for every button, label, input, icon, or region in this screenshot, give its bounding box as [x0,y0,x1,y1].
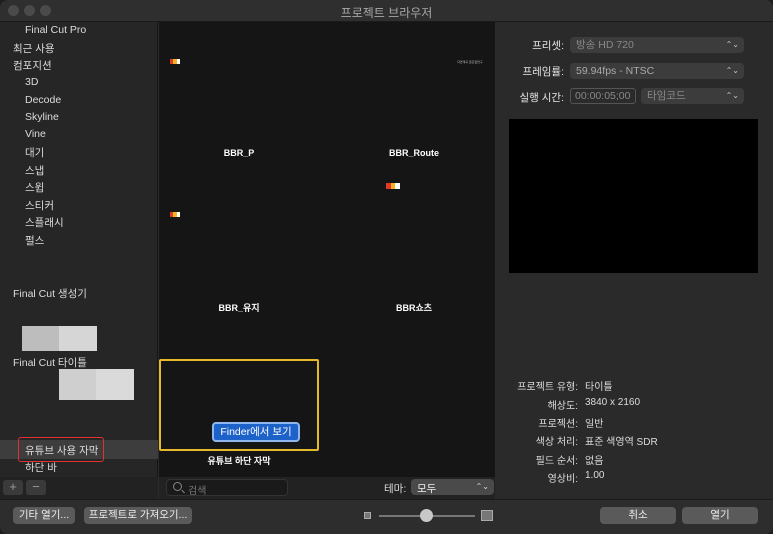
template-tile-bbr-route[interactable]: BBR_Route [389,148,439,158]
theme-value: 모두 [417,483,437,495]
cancel-button[interactable]: 취소 [600,507,676,524]
aspect-ratio-label: 영상비: [547,474,578,485]
project-type-value: 타이틀 [585,382,613,393]
sidebar-item-splash[interactable]: 스플래시 [25,215,64,230]
large-thumbnail-icon [481,510,493,521]
import-project-button[interactable]: 프로젝트로 가져오기... [84,507,192,524]
generator-thumbnail [22,326,97,351]
project-type-label: 프로젝트 유형: [517,382,578,393]
tile-thumbnail-mark [386,183,401,189]
open-button[interactable]: 열기 [682,507,758,524]
tile-thumbnail-mark [170,212,180,217]
preset-value: 방송 HD 720 [576,39,634,51]
open-other-button[interactable]: 기타 열기... [13,507,75,524]
chevron-updown-icon: ⌃⌄ [475,482,489,491]
sidebar-footer: + − [0,477,158,499]
project-browser-window: 프로젝트 브라우저 Final Cut Pro 최근 사용 컴포지션 3D De… [0,0,773,534]
sidebar-item-wait[interactable]: 대기 [25,145,44,160]
chevron-updown-icon: ⌃⌄ [725,40,739,49]
sidebar-item-sticker[interactable]: 스티커 [25,198,54,213]
titles-thumbnail [59,369,134,400]
remove-category-button[interactable]: − [26,480,46,495]
color-processing-value: 표준 색영역 SDR [585,437,658,448]
thumbnail-size-slider-knob[interactable] [420,509,433,522]
framerate-popup[interactable]: 59.94fps - NTSC ⌃⌄ [570,63,744,79]
tile-caption-text: 자연계곡 골모험연구 [457,60,483,64]
sidebar-item-final-cut-pro[interactable]: Final Cut Pro [25,24,86,36]
add-category-button[interactable]: + [3,480,23,495]
preview-area [509,119,758,273]
template-tile-bbr-shorts[interactable]: BBR쇼츠 [396,301,432,314]
aspect-ratio-value: 1.00 [585,470,605,481]
sidebar-item-sweep[interactable]: 스윕 [25,180,44,195]
search-input[interactable]: 검색 [166,479,288,497]
resolution-value: 3840 x 2160 [585,397,641,408]
preset-label: 프리셋: [532,40,564,52]
template-grid[interactable]: 자연계곡 골모험연구 BBR_P BBR_Route BBR_유지 BBR쇼츠 … [159,22,495,477]
resolution-label: 해상도: [547,401,578,412]
bottom-toolbar: 기타 열기... 프로젝트로 가져오기... 취소 열기 [0,499,773,534]
field-order-label: 필드 순서: [535,456,578,467]
sidebar-item-fc-titles[interactable]: Final Cut 타이틀 [13,355,87,370]
template-tile-bbr-p[interactable]: BBR_P [224,148,255,158]
projection-label: 프로젝션: [538,419,578,430]
projection-value: 일반 [585,419,604,430]
category-sidebar[interactable]: Final Cut Pro 최근 사용 컴포지션 3D Decode Skyli… [0,22,158,499]
duration-field[interactable]: 00:00:05;00 [570,88,636,104]
sidebar-item-lower-bar[interactable]: 하단 바 [25,460,57,472]
sidebar-item-composition[interactable]: 컴포지션 [13,58,52,73]
template-tile-bbr-yuji[interactable]: BBR_유지 [218,301,259,314]
framerate-value: 59.94fps - NTSC [576,65,655,77]
duration-label: 실행 시간: [519,92,564,104]
template-tile-youtube-lower-caption[interactable]: 유튜브 하단 자막 [208,454,271,467]
show-in-finder-button[interactable]: Finder에서 보기 [212,422,300,442]
sidebar-item-recent[interactable]: 최근 사용 [13,41,55,56]
sidebar-item-pulse[interactable]: 펄스 [25,233,44,248]
sidebar-item-snap[interactable]: 스냅 [25,163,44,178]
small-thumbnail-icon [364,512,371,519]
color-processing-label: 색상 처리: [535,437,578,448]
sidebar-item-vine[interactable]: Vine [25,128,46,140]
preset-popup[interactable]: 방송 HD 720 ⌃⌄ [570,37,744,53]
duration-unit-value: 타임코드 [647,90,686,102]
framerate-label: 프레임률: [522,66,564,78]
sidebar-item-decode[interactable]: Decode [25,94,61,106]
search-icon [173,482,182,491]
chevron-updown-icon: ⌃⌄ [725,91,739,100]
field-order-value: 없음 [585,456,604,467]
duration-unit-popup[interactable]: 타임코드 ⌃⌄ [641,88,744,104]
highlight-annotation-box [18,437,104,462]
window-title: 프로젝트 브라우저 [340,6,433,20]
theme-label: 테마: [384,483,407,495]
grid-footer: 검색 테마: 모두 ⌃⌄ [159,477,495,499]
search-placeholder: 검색 [188,486,207,497]
chevron-updown-icon: ⌃⌄ [725,66,739,75]
sidebar-item-3d[interactable]: 3D [25,76,38,88]
title-bar: 프로젝트 브라우저 [0,0,773,22]
project-settings-panel: 프리셋: 방송 HD 720 ⌃⌄ 프레임률: 59.94fps - NTSC … [496,22,773,499]
sidebar-item-fc-generators[interactable]: Final Cut 생성기 [13,286,87,301]
sidebar-item-skyline[interactable]: Skyline [25,111,59,123]
tile-thumbnail-mark [170,59,180,64]
theme-popup[interactable]: 모두 ⌃⌄ [411,479,494,495]
